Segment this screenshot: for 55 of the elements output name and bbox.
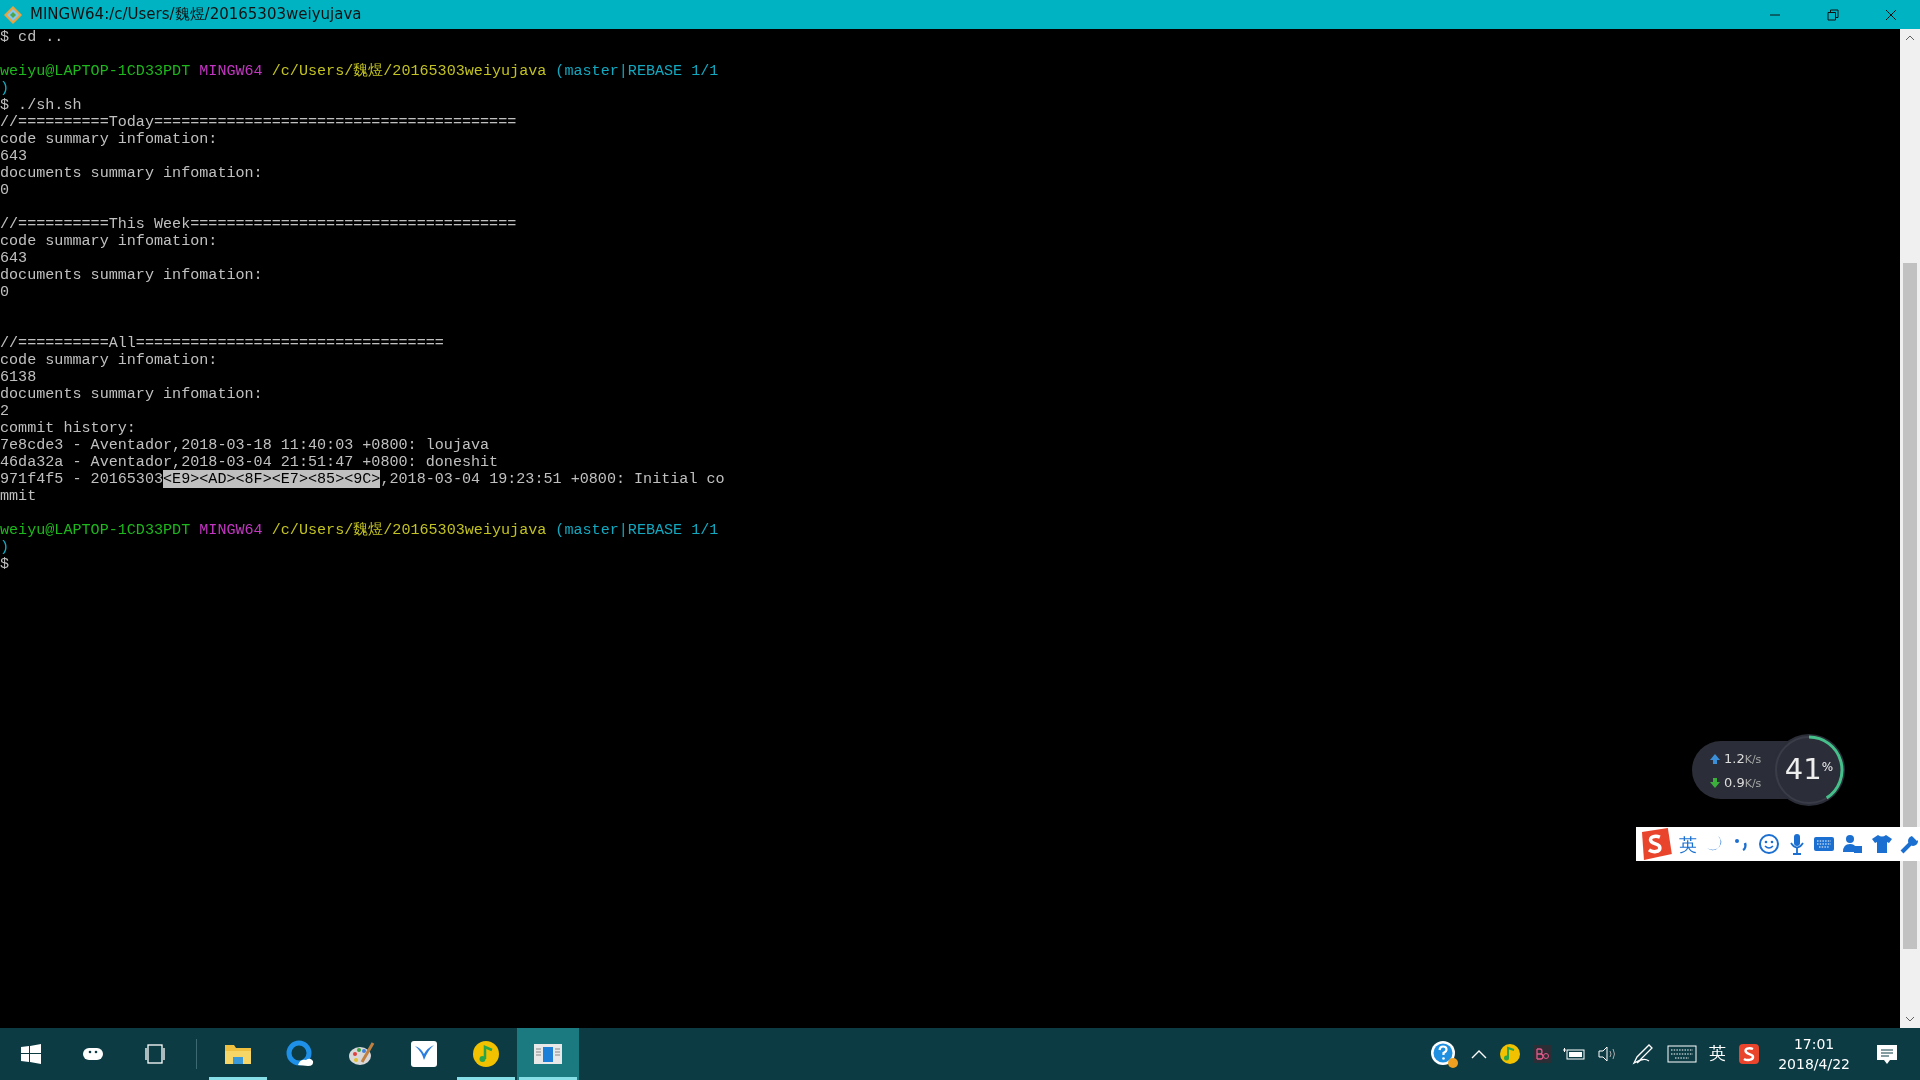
terminal-line: documents summary infomation: bbox=[0, 164, 263, 182]
output-text: ,2018-03-04 19:23:51 +0800: Initial co bbox=[380, 470, 725, 488]
usage-percent: 41% bbox=[1784, 751, 1834, 789]
app-icon bbox=[4, 5, 22, 24]
user-icon[interactable] bbox=[1842, 834, 1865, 854]
terminal-line: documents summary infomation: bbox=[0, 385, 263, 403]
prompt-shell: MINGW64 bbox=[198, 62, 263, 80]
upload-arrow-icon bbox=[1710, 754, 1720, 764]
terminal-line: documents summary infomation: bbox=[0, 266, 263, 284]
terminal-line: mmit bbox=[0, 487, 37, 505]
terminal-line: 7e8cde3 - Aventador,2018-03-18 11:40:03 +0800: loujava bbox=[0, 436, 490, 454]
ime-indicator[interactable]: 英 bbox=[1703, 1028, 1733, 1080]
terminal-line: 2 bbox=[0, 402, 10, 420]
upload-speed: 1.2K/s bbox=[1724, 750, 1762, 768]
terminal-line: $ cd .. bbox=[0, 28, 64, 46]
terminal-line: 0 bbox=[0, 181, 10, 199]
download-speed: 0.9K/s bbox=[1724, 774, 1762, 792]
prompt-branch: (master|REBASE 1/1 bbox=[554, 62, 719, 80]
terminal-line: commit history: bbox=[0, 419, 136, 437]
prompt-shell: MINGW64 bbox=[198, 521, 263, 539]
prompt-user: weiyu@LAPTOP-1CD33PDT bbox=[0, 62, 191, 80]
terminal-line: 643 bbox=[0, 249, 28, 267]
terminal-line: 6138 bbox=[0, 368, 37, 386]
scroll-thumb[interactable] bbox=[1903, 263, 1917, 949]
terminal-line: //==========This Week==================================== bbox=[0, 215, 517, 233]
prompt-path: /c/Users/魏煜/20165303weiyujava bbox=[270, 521, 547, 539]
scrollbar[interactable] bbox=[1900, 29, 1920, 1028]
window-title: MINGW64:/c/Users/魏煜/20165303weiyujava bbox=[30, 4, 362, 26]
selected-text: <E9><AD><8F><E7><85><9C> bbox=[163, 470, 381, 488]
terminal-line: code summary infomation: bbox=[0, 232, 218, 250]
keyboard-icon[interactable] bbox=[1813, 835, 1836, 853]
terminal-line: //==========All================================== bbox=[0, 334, 444, 352]
terminal-line: $ ./sh.sh bbox=[0, 96, 82, 114]
output-text: 971f4f5 - 20165303 bbox=[0, 470, 164, 488]
prompt-branch: ) bbox=[0, 538, 10, 556]
terminal-line: 643 bbox=[0, 147, 28, 165]
close-icon[interactable] bbox=[1885, 8, 1897, 21]
shirt-icon[interactable] bbox=[1871, 834, 1894, 854]
prompt-user: weiyu@LAPTOP-1CD33PDT bbox=[0, 521, 191, 539]
terminal-line: code summary infomation: bbox=[0, 130, 218, 148]
terminal-line: 0 bbox=[0, 283, 10, 301]
restore-icon[interactable] bbox=[1827, 8, 1839, 21]
clock[interactable]: 17:01 2018/4/22 bbox=[1766, 1034, 1862, 1074]
prompt-branch: ) bbox=[0, 79, 10, 97]
terminal-line: 46da32a - Aventador,2018-03-04 21:51:47 +0800: doneshit bbox=[0, 453, 499, 471]
terminal-line: code summary infomation: bbox=[0, 351, 218, 369]
smiley-icon[interactable] bbox=[1757, 833, 1780, 855]
download-arrow-icon bbox=[1710, 778, 1720, 788]
window-app-icon[interactable] bbox=[517, 1028, 579, 1080]
terminal-line: $ bbox=[0, 555, 10, 573]
terminal-line: //==========Today======================================== bbox=[0, 113, 517, 131]
prompt-branch: (master|REBASE 1/1 bbox=[554, 521, 719, 539]
prompt-path: /c/Users/魏煜/20165303weiyujava bbox=[270, 62, 547, 80]
wrench-icon[interactable] bbox=[1900, 834, 1920, 854]
ime-mode-toggle[interactable]: 英 bbox=[1678, 830, 1697, 858]
